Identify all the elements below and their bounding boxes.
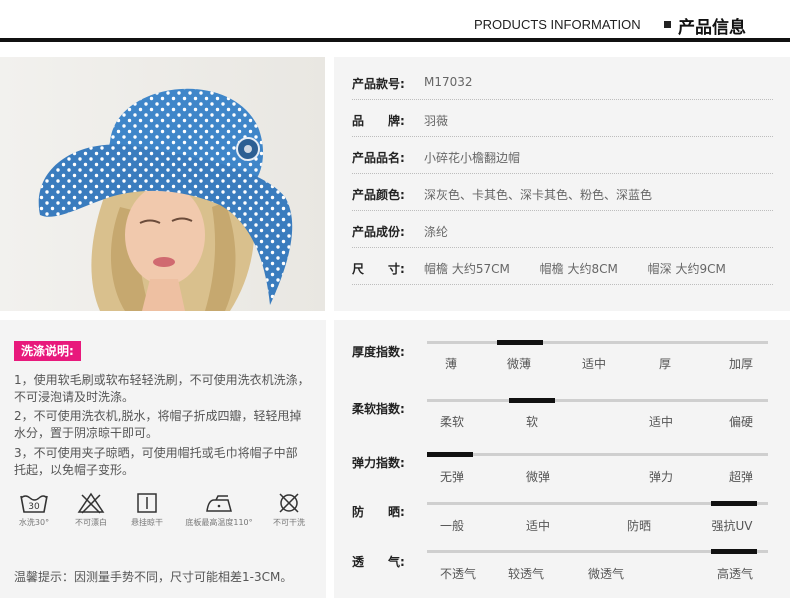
measurement-note: 温馨提示：因测量手势不同，尺寸可能相差1-3CM。 (14, 570, 293, 584)
scale-label-thickness: 厚度指数: (352, 345, 405, 359)
section-header: PRODUCTS INFORMATION 产品信息 (0, 0, 790, 44)
icon-label: 底板最高温度110° (185, 518, 253, 527)
wash-30-icon: 30 水洗30° (14, 492, 54, 538)
product-info-panel: 产品款号: M17032 品 牌: 羽薇 产品品名: 小碎花小檐翻边帽 产品颜色… (334, 57, 790, 311)
scale-option: 厚 (658, 357, 672, 371)
scale-option: 高透气 (716, 567, 754, 581)
attribute-scales-panel: 厚度指数: 薄 微薄 适中 厚 加厚 柔软指数: 柔软 软 适中 偏硬 弹力指数… (334, 320, 790, 598)
iron-110-icon: 底板最高温度110° (178, 492, 260, 538)
scale-option: 薄 (444, 357, 458, 371)
scale-marker (427, 452, 473, 457)
scale-option: 一般 (439, 519, 465, 533)
no-bleach-icon: 不可漂白 (68, 492, 114, 538)
care-instructions-panel: 洗涤说明: 1，使用软毛刷或软布轻轻洗刷，不可使用洗衣机洗涤， 不可浸泡请及时洗… (0, 320, 326, 598)
scale-option: 防晒 (626, 519, 652, 533)
scale-label-elasticity: 弹力指数: (352, 456, 405, 470)
care-icons: 30 水洗30° 不可漂白 悬挂晾干 底板最高温度110° 不可干洗 (14, 492, 314, 538)
scale-option: 弹力 (648, 470, 674, 484)
size-depth: 帽深 大约9CM (647, 262, 726, 276)
scale-label-sun-protection: 防 晒: (352, 505, 405, 519)
info-label: 尺 寸: (352, 262, 405, 276)
scale-marker (509, 398, 555, 403)
info-label: 产品颜色: (352, 188, 405, 202)
scale-option: 较透气 (507, 567, 545, 581)
care-item-1: 1，使用软毛刷或软布轻轻洗刷，不可使用洗衣机洗涤， 不可浸泡请及时洗涤。 (14, 373, 316, 404)
header-square-icon (664, 21, 671, 28)
info-label: 品 牌: (352, 114, 405, 128)
scale-marker (711, 549, 757, 554)
scale-track-softness (427, 398, 768, 403)
scale-option: 适中 (581, 357, 607, 371)
icon-label: 不可干洗 (273, 518, 305, 527)
info-row-name: 产品品名: 小碎花小檐翻边帽 (352, 136, 773, 174)
info-value: 涤纶 (424, 225, 449, 239)
info-row-model: 产品款号: M17032 (352, 62, 773, 100)
info-value: 帽檐 大约57CM 帽檐 大约8CM 帽深 大约9CM (424, 260, 752, 277)
scale-track-thickness (427, 340, 768, 345)
scale-option: 柔软 (439, 415, 465, 429)
scale-marker (711, 501, 757, 506)
info-row-brand: 品 牌: 羽薇 (352, 99, 773, 137)
info-row-material: 产品成份: 涤纶 (352, 210, 773, 248)
scale-option: 不透气 (439, 567, 477, 581)
info-value: M17032 (424, 75, 473, 89)
scale-option: 软 (525, 415, 539, 429)
header-english-title: PRODUCTS INFORMATION (474, 17, 641, 32)
info-value: 小碎花小檐翻边帽 (424, 151, 521, 165)
scale-option: 适中 (648, 415, 674, 429)
header-chinese-title: 产品信息 (678, 18, 746, 38)
info-row-colors: 产品颜色: 深灰色、卡其色、深卡其色、粉色、深蓝色 (352, 173, 773, 211)
info-label: 产品品名: (352, 151, 405, 165)
scale-option: 加厚 (728, 357, 754, 371)
icon-label: 悬挂晾干 (131, 518, 163, 527)
scale-option: 强抗UV (711, 519, 753, 533)
scale-track-elasticity (427, 452, 768, 457)
size-circumference: 帽檐 大约57CM (424, 262, 510, 276)
scale-option: 微透气 (587, 567, 625, 581)
scale-marker (497, 340, 543, 345)
header-divider (0, 38, 790, 42)
info-row-size: 尺 寸: 帽檐 大约57CM 帽檐 大约8CM 帽深 大约9CM (352, 247, 773, 285)
scale-track-breathability (427, 549, 768, 554)
scale-option: 偏硬 (728, 415, 754, 429)
no-tumble-dry-icon: 不可干洗 (266, 492, 312, 538)
wash-temp-text: 30 (28, 502, 40, 512)
info-value: 羽薇 (424, 114, 449, 128)
scale-option: 超弹 (728, 470, 754, 484)
info-label: 产品成份: (352, 225, 405, 239)
scale-option: 适中 (525, 519, 551, 533)
scale-label-softness: 柔软指数: (352, 402, 405, 416)
scale-option: 微弹 (525, 470, 551, 484)
icon-label: 不可漂白 (75, 518, 107, 527)
scale-option: 无弹 (439, 470, 465, 484)
product-photo (0, 57, 325, 311)
care-item-2: 2，不可使用洗衣机,脱水，将帽子折成四瓣，轻轻甩掉 水分，置于阴凉晾干即可。 (14, 409, 314, 440)
info-label: 产品款号: (352, 77, 405, 91)
care-item-3: 3，不可使用夹子晾晒，可使用帽托或毛巾将帽子中部 托起，以免帽子变形。 (14, 446, 310, 477)
scale-track-sun-protection (427, 501, 768, 506)
size-brim: 帽檐 大约8CM (539, 262, 618, 276)
hang-dry-icon: 悬挂晾干 (124, 492, 170, 538)
info-value: 深灰色、卡其色、深卡其色、粉色、深蓝色 (424, 188, 653, 202)
scale-option: 微薄 (506, 357, 532, 371)
care-title: 洗涤说明: (14, 341, 81, 361)
scale-label-breathability: 透 气: (352, 555, 405, 569)
icon-label: 水洗30° (18, 518, 50, 527)
